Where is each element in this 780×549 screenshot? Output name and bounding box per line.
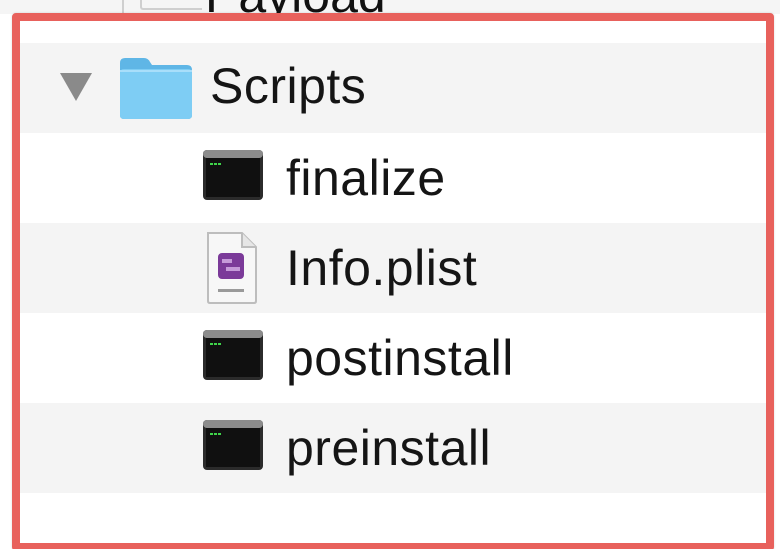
disclosure-triangle-icon[interactable]	[60, 73, 92, 101]
tree-guide-line	[122, 0, 124, 14]
list-item-scripts-folder[interactable]: Scripts	[20, 43, 766, 133]
list-item-label: preinstall	[286, 420, 492, 476]
list-item-label: Info.plist	[286, 240, 478, 296]
plist-document-icon	[207, 232, 257, 304]
finder-outline-view: Payload Scripts finalize	[0, 0, 780, 549]
tree-guide-line	[140, 0, 202, 10]
list-item-label: postinstall	[286, 330, 514, 386]
list-item-postinstall[interactable]: postinstall	[20, 313, 766, 403]
list-item-label: Payload	[205, 0, 386, 14]
list-item[interactable]: Payload	[0, 0, 780, 14]
terminal-icon	[203, 420, 263, 470]
list-item-info-plist[interactable]: Info.plist	[20, 223, 766, 313]
folder-icon	[120, 58, 192, 119]
terminal-icon	[203, 330, 263, 380]
list-item-label: finalize	[286, 150, 446, 206]
empty-row	[20, 493, 766, 543]
list-item-finalize[interactable]: finalize	[20, 133, 766, 223]
list-item-preinstall[interactable]: preinstall	[20, 403, 766, 493]
highlight-frame: Scripts finalize Info.plist postinstall …	[12, 13, 774, 549]
terminal-icon	[203, 150, 263, 200]
list-item-label: Scripts	[210, 58, 367, 114]
